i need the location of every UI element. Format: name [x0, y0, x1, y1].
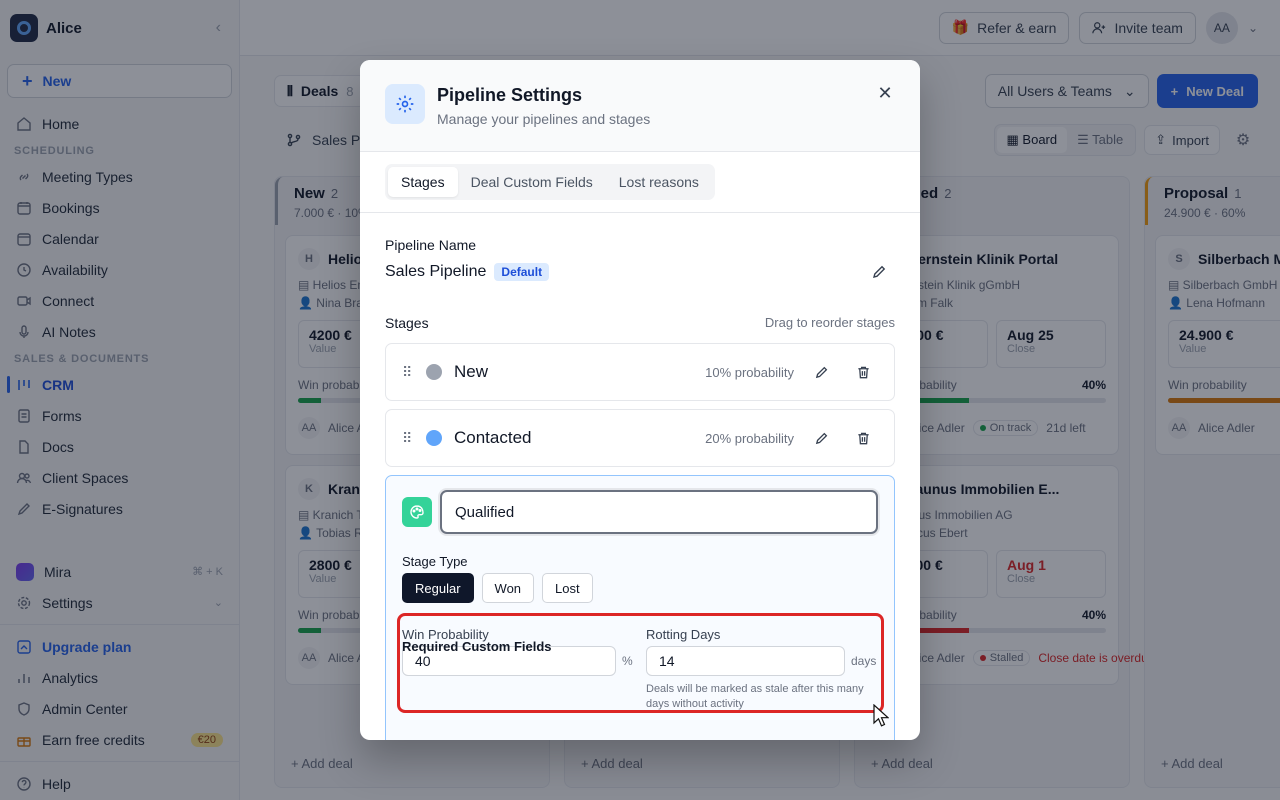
stage-name: New — [454, 362, 489, 381]
pipeline-settings-modal: Pipeline Settings Manage your pipelines … — [360, 60, 920, 740]
reorder-hint: Drag to reorder stages — [764, 315, 895, 330]
stage-color-dot — [426, 430, 442, 446]
mouse-cursor-icon — [873, 704, 889, 728]
stage-type-won-button[interactable]: Won — [481, 573, 535, 603]
close-icon[interactable]: ✕ — [868, 76, 902, 110]
drag-handle-icon[interactable]: ⠿ — [402, 430, 414, 447]
default-badge: Default — [494, 263, 550, 281]
modal-header: Pipeline Settings Manage your pipelines … — [360, 60, 920, 152]
modal-subtitle: Manage your pipelines and stages — [437, 111, 651, 127]
required-custom-fields-label: Required Custom Fields — [402, 639, 552, 654]
gear-icon — [385, 84, 425, 124]
modal-body: Pipeline Name Sales Pipeline Default Sta… — [360, 213, 920, 740]
pipeline-name-label: Pipeline Name — [385, 237, 477, 253]
delete-stage-icon[interactable] — [848, 365, 878, 380]
stage-type-regular-button[interactable]: Regular — [402, 573, 474, 603]
stage-probability: 10% probability — [705, 364, 794, 380]
pipeline-name: Sales Pipeline — [385, 263, 487, 280]
tab-stages[interactable]: Stages — [388, 167, 458, 197]
drag-handle-icon[interactable]: ⠿ — [402, 364, 414, 381]
edit-stage-icon[interactable] — [806, 431, 836, 446]
stage-name: Contacted — [454, 428, 532, 447]
stage-type-label: Stage Type — [402, 554, 468, 569]
stage-type-options: Regular Won Lost — [402, 573, 878, 603]
stage-row-contacted[interactable]: ⠿ Contacted 20% probability — [385, 409, 895, 467]
stage-type-lost-button[interactable]: Lost — [542, 573, 593, 603]
palette-icon[interactable] — [402, 497, 432, 527]
stages-label: Stages — [385, 315, 429, 331]
edit-stage-icon[interactable] — [806, 365, 836, 380]
stage-probability: 20% probability — [705, 430, 794, 446]
highlight-box — [397, 613, 884, 713]
stage-color-dot — [426, 364, 442, 380]
tab-deal-custom-fields[interactable]: Deal Custom Fields — [458, 167, 606, 197]
delete-stage-icon[interactable] — [848, 431, 878, 446]
stage-edit-panel: Stage Type Regular Won Lost Win Probabil… — [385, 475, 895, 740]
modal-tabs-row: Stages Deal Custom Fields Lost reasons — [360, 152, 920, 213]
stage-row-new[interactable]: ⠿ New 10% probability — [385, 343, 895, 401]
edit-pipeline-name-icon[interactable] — [871, 264, 887, 280]
tab-lost-reasons[interactable]: Lost reasons — [606, 167, 712, 197]
modal-tabs: Stages Deal Custom Fields Lost reasons — [385, 164, 715, 200]
modal-title: Pipeline Settings — [437, 85, 583, 105]
stage-name-input[interactable] — [440, 490, 878, 534]
